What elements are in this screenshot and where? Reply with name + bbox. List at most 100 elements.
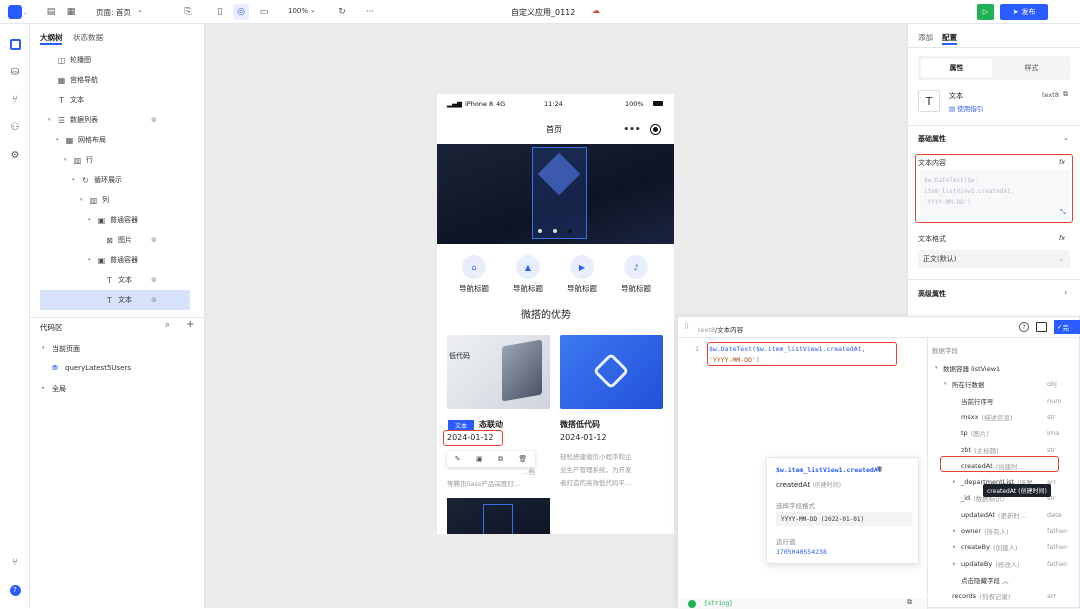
complete-button[interactable]: ✓ 完	[1054, 320, 1080, 334]
carousel-dot[interactable]	[538, 229, 542, 233]
expand-icon[interactable]: ▾	[944, 381, 952, 387]
tree-item[interactable]: ▾ ▥ 列	[40, 190, 190, 210]
fx-icon[interactable]: fx	[1059, 158, 1065, 166]
users-icon[interactable]: ⚇	[7, 119, 23, 135]
field-row[interactable]: ▸ createBy (创建人) father-	[953, 540, 1080, 554]
chevron-down-icon[interactable]: ⌄	[23, 9, 28, 16]
global-label[interactable]: 全局	[52, 384, 66, 394]
chevron-down-icon[interactable]: ⌄	[1063, 134, 1069, 142]
expand-icon[interactable]: ▾	[56, 137, 62, 143]
field-row[interactable]: 点击隐藏字段 ︿	[953, 573, 1080, 587]
close-capsule-icon[interactable]	[650, 124, 661, 135]
expand-icon[interactable]: ▾	[88, 257, 94, 263]
field-row[interactable]: tp (图片) ima	[953, 426, 1080, 440]
layout-toggle-icon[interactable]	[1036, 322, 1047, 332]
tree-item[interactable]: ▾ ▥ 行	[40, 150, 190, 170]
refresh-icon[interactable]: ↻	[334, 4, 350, 20]
format-select[interactable]: YYYY-MM-DD (2022-01-01)	[776, 512, 912, 526]
git-branch-icon[interactable]: ⑂	[7, 554, 23, 570]
copy-icon[interactable]: ⧉	[1063, 90, 1068, 99]
seg-properties[interactable]: 属性	[921, 59, 992, 77]
text-format-select[interactable]: 正文(默认) ⌄	[918, 250, 1070, 268]
visibility-icon[interactable]: ⊚	[151, 116, 157, 124]
tree-item[interactable]: T 文本 ⊚	[40, 270, 190, 290]
field-row[interactable]: ▸ updateBy (修改人) father-	[953, 557, 1080, 571]
expand-icon[interactable]: ▸	[953, 479, 961, 485]
basic-props-title[interactable]: 基础属性	[918, 134, 946, 144]
mobile-icon[interactable]: ▯	[212, 4, 228, 20]
fx-icon[interactable]: fx	[1059, 234, 1065, 242]
tree-item[interactable]: ◫ 轮播图	[40, 50, 190, 70]
outline-view-icon[interactable]: ▤	[43, 4, 59, 20]
tab-config[interactable]: 配置	[942, 32, 957, 43]
field-row[interactable]: zbt (主标题) str	[953, 443, 1080, 457]
expand-editor-icon[interactable]: ⤡	[1060, 208, 1066, 217]
expand-icon[interactable]: ▾	[48, 117, 54, 123]
edit-icon[interactable]: ✎	[455, 455, 461, 463]
query-item[interactable]: queryLatest5Users	[65, 364, 131, 372]
carousel-dot[interactable]	[553, 229, 557, 233]
help-icon[interactable]: ?	[1019, 322, 1029, 332]
expand-icon[interactable]: ▾	[64, 157, 70, 163]
tree-item[interactable]: T 文本 ⊚	[40, 290, 190, 310]
more-icon[interactable]: •••	[617, 122, 647, 137]
banner-carousel[interactable]	[437, 144, 674, 244]
nav-icon-circle[interactable]: ⌂	[462, 255, 486, 279]
workflow-icon[interactable]: ⑂	[7, 91, 23, 107]
field-row[interactable]: updatedAt (更新时… date	[953, 508, 1080, 522]
nav-icon-circle[interactable]: ▲	[516, 255, 540, 279]
database-icon[interactable]: ⛁	[7, 64, 23, 80]
expand-icon[interactable]: ▾	[935, 365, 943, 371]
preview-button[interactable]: ▷	[977, 4, 994, 20]
help-icon[interactable]: ?	[7, 582, 23, 598]
copy-icon[interactable]: ⧉	[498, 455, 503, 464]
search-icon[interactable]: ⌕	[165, 320, 170, 330]
desktop-icon[interactable]: ▭	[256, 4, 272, 20]
expand-icon[interactable]: ▾	[72, 177, 78, 183]
drag-handle-icon[interactable]: ⠿	[684, 323, 689, 331]
tab-add[interactable]: 添加	[918, 32, 933, 43]
visibility-icon[interactable]: ⊚	[151, 236, 157, 244]
settings-icon[interactable]: ⚙	[7, 147, 23, 163]
advanced-props-title[interactable]: 高级属性	[918, 289, 946, 299]
nav-label[interactable]: 导航标题	[564, 283, 600, 294]
app-logo[interactable]	[8, 5, 22, 19]
tree-item[interactable]: ⊠ 图片 ⊚	[40, 230, 190, 250]
expand-icon[interactable]: ▸	[953, 528, 961, 534]
expand-icon[interactable]: ▸	[953, 561, 961, 567]
expand-icon[interactable]: ▸	[42, 385, 45, 391]
zoom-level[interactable]: 100%	[288, 7, 308, 15]
field-row[interactable]: 当前行序号 num	[953, 394, 1080, 408]
visibility-icon[interactable]: ⊚	[151, 296, 157, 304]
current-page-label[interactable]: 当前页面	[52, 344, 80, 354]
field-row[interactable]: ▾ 数据容器 listView1	[935, 361, 1080, 375]
copy-icon[interactable]: ⧉	[907, 598, 912, 607]
expand-icon[interactable]: ▾	[42, 345, 45, 351]
nav-label[interactable]: 导航标题	[510, 283, 546, 294]
nav-icon-circle[interactable]: ▶	[570, 255, 594, 279]
tab-state-data[interactable]: 状态数据	[73, 32, 103, 43]
tab-outline[interactable]: 大纲树	[40, 32, 63, 43]
seg-style[interactable]: 样式	[996, 59, 1067, 77]
expand-icon[interactable]: ▾	[80, 197, 86, 203]
tree-item[interactable]: ▾ ↻ 循环展示	[40, 170, 190, 190]
chevron-down-icon[interactable]: ⌄	[310, 6, 316, 14]
field-row[interactable]: ▾ 所在行数据 obj	[944, 377, 1080, 391]
new-page-icon[interactable]: ⎘	[180, 4, 196, 20]
tree-item[interactable]: ▦ 宫格导航	[40, 70, 190, 90]
text-content-input[interactable]: $w.DateText($w. item_listView1.createdAt…	[920, 170, 1070, 218]
delete-icon[interactable]: 🗑	[518, 455, 527, 463]
expand-icon[interactable]: ▸	[953, 544, 961, 550]
nav-label[interactable]: 导航标题	[618, 283, 654, 294]
miniprogram-icon[interactable]: ◎	[233, 4, 249, 20]
chevron-down-icon[interactable]: ⌄	[137, 6, 143, 14]
field-row[interactable]: ▸ owner (所有人) father-	[953, 524, 1080, 538]
nav-label[interactable]: 导航标题	[456, 283, 492, 294]
tree-item[interactable]: ▾ ▣ 普通容器	[40, 250, 190, 270]
tree-item[interactable]: ▾ ▣ 普通容器	[40, 210, 190, 230]
visibility-icon[interactable]: ⊚	[151, 276, 157, 284]
field-row[interactable]: records (列表记录) arr	[944, 589, 1080, 603]
usage-guide-link[interactable]: ▤ 使用指引	[949, 103, 983, 113]
chevron-right-icon[interactable]: ›	[1064, 288, 1067, 297]
expand-icon[interactable]: ▾	[88, 217, 94, 223]
